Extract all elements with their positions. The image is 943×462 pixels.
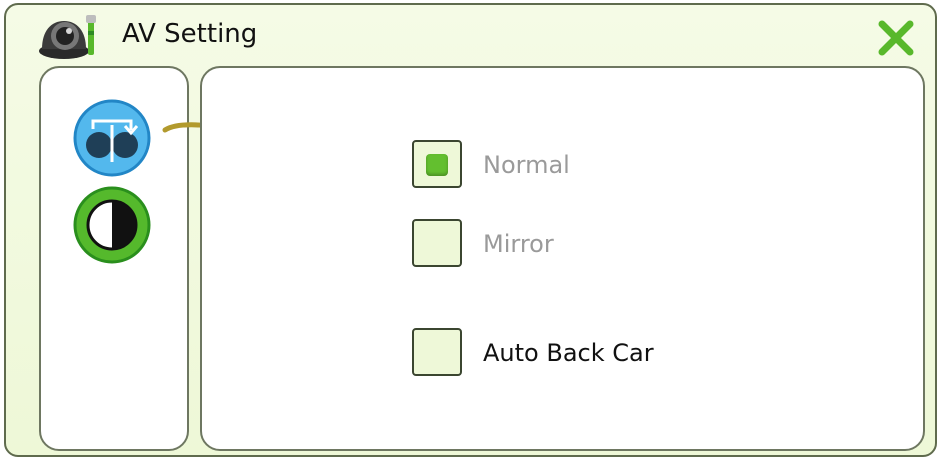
- auto-back-car-checkbox[interactable]: [412, 328, 462, 376]
- checkbox-checked-indicator: [426, 154, 448, 176]
- options-panel: Normal Mirror Auto Back Car: [200, 66, 925, 451]
- mirror-label: Mirror: [483, 230, 554, 258]
- av-setting-window: AV Setting Normal Mirror Auto Back Car: [4, 3, 937, 457]
- mirror-flip-icon: [73, 99, 151, 177]
- window-title: AV Setting: [122, 19, 258, 49]
- normal-checkbox[interactable]: [412, 140, 462, 188]
- mirror-flip-button[interactable]: [73, 99, 151, 177]
- close-button[interactable]: [875, 17, 917, 59]
- auto-back-car-label: Auto Back Car: [483, 339, 654, 367]
- mirror-checkbox[interactable]: [412, 219, 462, 267]
- contrast-icon: [73, 186, 151, 264]
- title-bar: AV Setting: [6, 5, 935, 63]
- contrast-button[interactable]: [73, 186, 151, 264]
- normal-label: Normal: [483, 151, 570, 179]
- camera-wrench-icon: [32, 13, 102, 61]
- close-icon: [878, 20, 914, 56]
